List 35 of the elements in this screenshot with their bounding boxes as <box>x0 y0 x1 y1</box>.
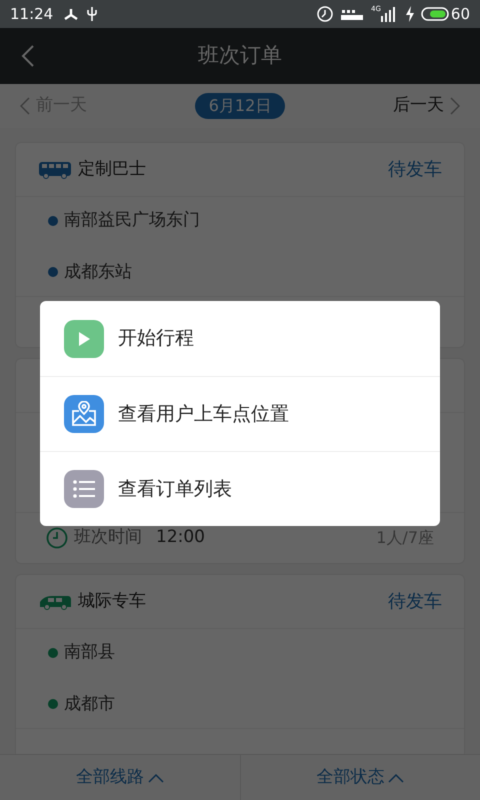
alarm-icon <box>315 4 336 24</box>
trip-status: 待发车 <box>388 158 442 182</box>
menu-item[interactable]: 查看订单列表 <box>40 451 440 526</box>
vehicle-type: 城际专车 <box>78 590 146 613</box>
van-icon <box>38 594 72 610</box>
back-icon <box>21 44 35 68</box>
stop-name: 南部益民广场东门 <box>64 209 200 232</box>
time-label: 班次时间 <box>74 526 142 550</box>
charging-icon <box>404 6 415 22</box>
bus-icon <box>38 160 72 178</box>
stop-name: 成都东站 <box>64 260 132 284</box>
date-pill[interactable]: 6月12日 <box>194 93 286 119</box>
page-title: 班次订单 <box>198 42 282 70</box>
chevron-up-icon <box>148 772 164 782</box>
map-pin-icon <box>64 395 104 433</box>
share-icon <box>63 7 80 21</box>
chevron-right-icon <box>450 97 460 115</box>
usb-icon <box>87 6 98 22</box>
play-icon <box>64 320 104 358</box>
filter-button[interactable]: 全部状态 <box>240 755 480 800</box>
signal-icon <box>380 6 397 22</box>
battery-level: 60 <box>450 4 470 25</box>
clock-time: 11:24 <box>10 4 54 25</box>
list-icon <box>64 470 104 508</box>
stop-name: 成都市 <box>64 692 115 716</box>
next-day-button[interactable]: 后一天 <box>392 93 460 119</box>
trip-status: 待发车 <box>388 590 442 614</box>
chevron-left-icon <box>20 97 30 115</box>
trip-time: 12:00 <box>156 526 205 550</box>
stop-name: 南部县 <box>64 641 115 664</box>
vehicle-type: 定制巴士 <box>78 158 146 181</box>
menu-item[interactable]: 查看用户上车点位置 <box>40 376 440 451</box>
chevron-up-icon <box>388 772 404 782</box>
clock-icon <box>46 527 68 549</box>
battery-icon <box>420 6 449 22</box>
